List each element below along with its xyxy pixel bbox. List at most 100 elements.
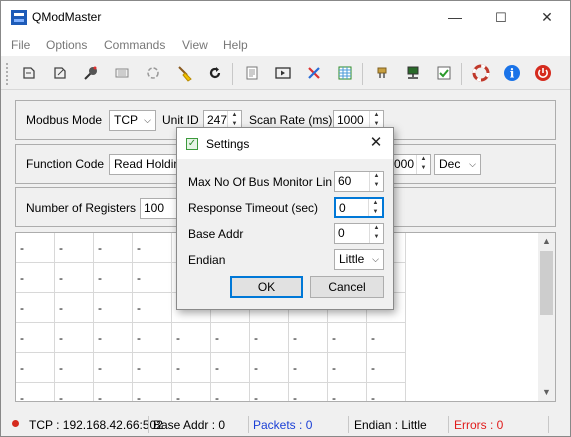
table-cell[interactable]: -	[94, 353, 133, 383]
spin-up-icon[interactable]: ▲	[370, 172, 383, 181]
spin-down-icon[interactable]: ▼	[417, 164, 430, 173]
table-cell[interactable]: -	[367, 353, 406, 383]
exit-icon[interactable]	[533, 63, 553, 83]
response-timeout-spinbox[interactable]: 0 ▲ ▼	[334, 197, 384, 218]
table-cell[interactable]: -	[16, 233, 55, 263]
settings-icon[interactable]	[434, 63, 454, 83]
table-cell[interactable]: -	[55, 263, 94, 293]
vertical-scrollbar[interactable]: ▲ ▼	[538, 233, 555, 401]
menu-help[interactable]: Help	[223, 38, 248, 52]
table-icon[interactable]	[335, 63, 355, 83]
table-cell[interactable]: -	[250, 323, 289, 353]
table-cell[interactable]: -	[94, 233, 133, 263]
table-cell[interactable]: -	[94, 293, 133, 323]
cancel-button[interactable]: Cancel	[310, 276, 384, 298]
table-cell[interactable]: -	[16, 323, 55, 353]
modbus-tcp-icon[interactable]	[403, 63, 423, 83]
connection-status-icon	[12, 420, 19, 427]
modbus-rtu-icon[interactable]	[372, 63, 392, 83]
settings-close-button[interactable]: ✕	[365, 133, 387, 153]
table-cell[interactable]: -	[94, 383, 133, 401]
table-cell[interactable]: -	[328, 323, 367, 353]
table-cell[interactable]: -	[289, 323, 328, 353]
table-cell[interactable]: -	[94, 263, 133, 293]
max-bus-monitor-spinbox[interactable]: 60 ▲ ▼	[334, 171, 384, 192]
table-cell[interactable]: -	[16, 263, 55, 293]
scrollbar-thumb[interactable]	[540, 251, 553, 315]
table-cell[interactable]: -	[328, 383, 367, 401]
modbus-mode-select[interactable]: TCP ⌵	[109, 110, 156, 131]
scan-icon[interactable]	[112, 63, 132, 83]
table-cell[interactable]: -	[367, 383, 406, 401]
table-cell[interactable]: -	[250, 383, 289, 401]
table-cell[interactable]: -	[172, 323, 211, 353]
table-cell[interactable]: -	[55, 383, 94, 401]
table-cell[interactable]: -	[55, 323, 94, 353]
close-button[interactable]: ✕	[524, 1, 570, 34]
spin-up-icon[interactable]: ▲	[228, 111, 241, 120]
table-cell[interactable]: -	[172, 383, 211, 401]
status-separator	[348, 416, 349, 433]
table-cell[interactable]: -	[133, 233, 172, 263]
toolbar-handle[interactable]	[5, 62, 9, 86]
ok-button[interactable]: OK	[230, 276, 303, 298]
help-icon[interactable]	[471, 63, 491, 83]
table-cell[interactable]: -	[16, 383, 55, 401]
table-cell[interactable]: -	[55, 293, 94, 323]
table-cell[interactable]: -	[133, 293, 172, 323]
spin-up-icon[interactable]: ▲	[417, 155, 430, 164]
minimize-button[interactable]: —	[432, 1, 478, 34]
table-cell[interactable]: -	[211, 323, 250, 353]
spin-up-icon[interactable]: ▲	[370, 224, 383, 233]
table-cell[interactable]: -	[133, 263, 172, 293]
maximize-button[interactable]: ☐	[478, 1, 524, 34]
table-cell[interactable]: -	[328, 353, 367, 383]
settings-dialog-title-bar: ✓ Settings ✕	[177, 128, 393, 159]
bus-monitor-icon[interactable]	[273, 63, 293, 83]
read-write-icon[interactable]	[81, 63, 101, 83]
menu-commands[interactable]: Commands	[104, 38, 165, 52]
table-cell[interactable]: -	[55, 233, 94, 263]
table-cell[interactable]: -	[289, 383, 328, 401]
table-cell[interactable]: -	[367, 323, 406, 353]
endian-select[interactable]: Little ⌵	[334, 249, 384, 270]
scroll-up-icon[interactable]: ▲	[538, 233, 555, 250]
table-cell[interactable]: -	[16, 353, 55, 383]
tools-icon[interactable]	[304, 63, 324, 83]
table-cell[interactable]: -	[55, 353, 94, 383]
chevron-down-icon: ⌵	[144, 115, 151, 125]
menu-file[interactable]: File	[11, 38, 30, 52]
toolbar-separator	[461, 63, 462, 85]
unit-id-label: Unit ID	[162, 113, 199, 127]
clear-icon[interactable]	[174, 63, 194, 83]
connect-icon[interactable]	[19, 63, 39, 83]
table-cell[interactable]: -	[133, 353, 172, 383]
spin-down-icon[interactable]: ▼	[369, 208, 382, 216]
table-cell[interactable]: -	[250, 353, 289, 383]
base-addr-value: 0	[338, 226, 345, 240]
base-addr-spinbox[interactable]: 0 ▲ ▼	[334, 223, 384, 244]
log-icon[interactable]	[242, 63, 262, 83]
spin-down-icon[interactable]: ▼	[370, 233, 383, 242]
spin-down-icon[interactable]: ▼	[370, 181, 383, 190]
table-cell[interactable]: -	[133, 383, 172, 401]
spin-up-icon[interactable]: ▲	[370, 111, 383, 120]
table-cell[interactable]: -	[133, 323, 172, 353]
refresh-icon[interactable]	[205, 63, 225, 83]
number-of-registers-spinbox[interactable]: 100	[140, 198, 180, 219]
spin-up-icon[interactable]: ▲	[369, 199, 382, 208]
table-cell[interactable]: -	[211, 383, 250, 401]
table-cell[interactable]: -	[94, 323, 133, 353]
modbus-mode-label: Modbus Mode	[26, 113, 103, 127]
table-cell[interactable]: -	[289, 353, 328, 383]
table-cell[interactable]: -	[16, 293, 55, 323]
format-select[interactable]: Dec ⌵	[434, 154, 481, 175]
reset-icon[interactable]	[143, 63, 163, 83]
menu-options[interactable]: Options	[46, 38, 87, 52]
scroll-down-icon[interactable]: ▼	[538, 384, 555, 401]
about-icon[interactable]: i	[502, 63, 522, 83]
menu-view[interactable]: View	[182, 38, 208, 52]
disconnect-icon[interactable]	[50, 63, 70, 83]
table-cell[interactable]: -	[211, 353, 250, 383]
table-cell[interactable]: -	[172, 353, 211, 383]
